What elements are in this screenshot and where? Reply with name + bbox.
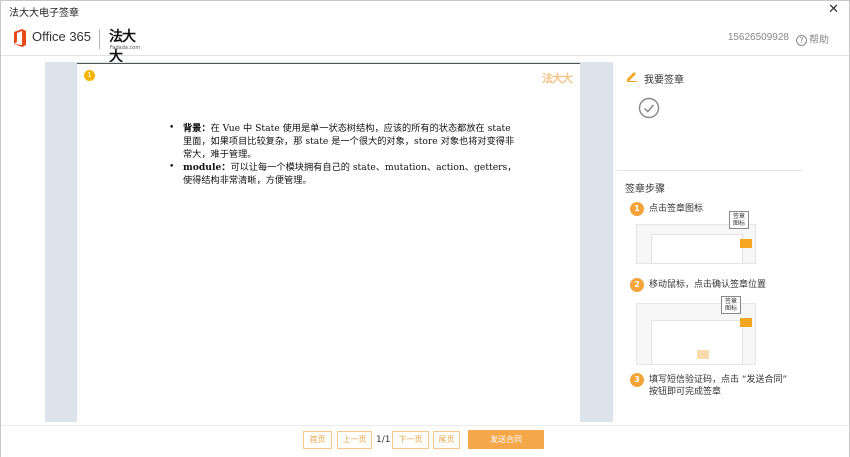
step-2-illustration: 签章 图标 <box>636 296 756 365</box>
illustration-sign-marker <box>740 239 752 248</box>
list-item: module：可以让每一个模块拥有自己的 state、mutation、acti… <box>169 161 519 187</box>
office-logo-text: Office 365 <box>32 29 92 44</box>
step-text: 移动鼠标，点击确认签章位置 <box>649 280 767 290</box>
bullet-text: 在 Vue 中 State 使用是单一状态树结构，应该的所有的状态都放在 sta… <box>183 123 515 160</box>
first-page-button[interactable]: 首页 <box>303 431 332 449</box>
last-page-button[interactable]: 尾页 <box>433 431 460 449</box>
document-viewer[interactable]: 1 法大大 背景：在 Vue 中 State 使用是单一状态树结构，应该的所有的… <box>45 62 613 422</box>
illustration-tag: 签章 图标 <box>729 211 749 229</box>
office-logo-icon <box>14 29 26 47</box>
sign-panel: 我要签章 签章步骤 1 点击签章图标 签章 图标 2 移动鼠标，点击确认签章位置… <box>617 62 802 422</box>
illustration-drop-marker <box>697 350 709 359</box>
document-content: 背景：在 Vue 中 State 使用是单一状态树结构，应该的所有的状态都放在 … <box>169 122 519 187</box>
header: Office 365 法大大 Fadada.com 15626509928 ? 帮… <box>1 21 849 65</box>
bullet-label: 背景： <box>183 123 211 134</box>
pen-icon <box>627 72 637 82</box>
help-icon: ? <box>796 35 807 46</box>
fadada-logo-subtext: Fadada.com <box>110 45 141 51</box>
help-link[interactable]: ? 帮助 <box>796 31 829 46</box>
sign-label: 我要签章 <box>644 75 684 86</box>
title-bar: 法大大电子签章 ✕ <box>1 1 849 21</box>
step-text: 填写短信验证码，点击 “发送合同” 按钮即可完成签章 <box>649 375 788 397</box>
steps-title: 签章步骤 <box>625 184 665 195</box>
bullet-label: module： <box>183 162 231 173</box>
page-indicator: 1/1 <box>376 435 391 445</box>
fadada-watermark: 法大大 <box>542 72 573 85</box>
document-page[interactable]: 1 法大大 背景：在 Vue 中 State 使用是单一状态树结构，应该的所有的… <box>77 63 580 422</box>
pager-bar: 首页 上一页 1/1 下一页 尾页 发送合同 <box>1 425 849 457</box>
close-icon[interactable]: ✕ <box>828 2 839 17</box>
help-label: 帮助 <box>809 35 829 46</box>
step-number: 3 <box>630 373 644 387</box>
illustration-page <box>651 234 743 264</box>
window-title: 法大大电子签章 <box>9 8 79 19</box>
next-page-button[interactable]: 下一页 <box>392 431 429 449</box>
step-1-illustration: 签章 图标 <box>636 211 756 264</box>
check-circle-icon[interactable] <box>638 97 660 119</box>
header-divider <box>99 29 100 49</box>
illustration-sign-marker <box>740 318 752 327</box>
prev-page-button[interactable]: 上一页 <box>337 431 372 449</box>
list-item: 背景：在 Vue 中 State 使用是单一状态树结构，应该的所有的状态都放在 … <box>169 122 519 161</box>
step-number: 1 <box>630 202 644 216</box>
page-marker: 1 <box>84 70 95 81</box>
fadada-logo: 法大大 Fadada.com <box>109 26 147 65</box>
step-text: 点击签章图标 <box>649 204 704 214</box>
illustration-tag: 签章 图标 <box>721 296 741 314</box>
phone-number: 15626509928 <box>727 32 789 43</box>
panel-divider <box>617 170 802 171</box>
app-window: 法大大电子签章 ✕ Office 365 法大大 Fadada.com 1562… <box>0 0 850 457</box>
step-number: 2 <box>630 278 644 292</box>
send-contract-button[interactable]: 发送合同 <box>468 430 544 449</box>
bullet-text: 可以让每一个模块拥有自己的 state、mutation、action、gett… <box>183 162 517 186</box>
